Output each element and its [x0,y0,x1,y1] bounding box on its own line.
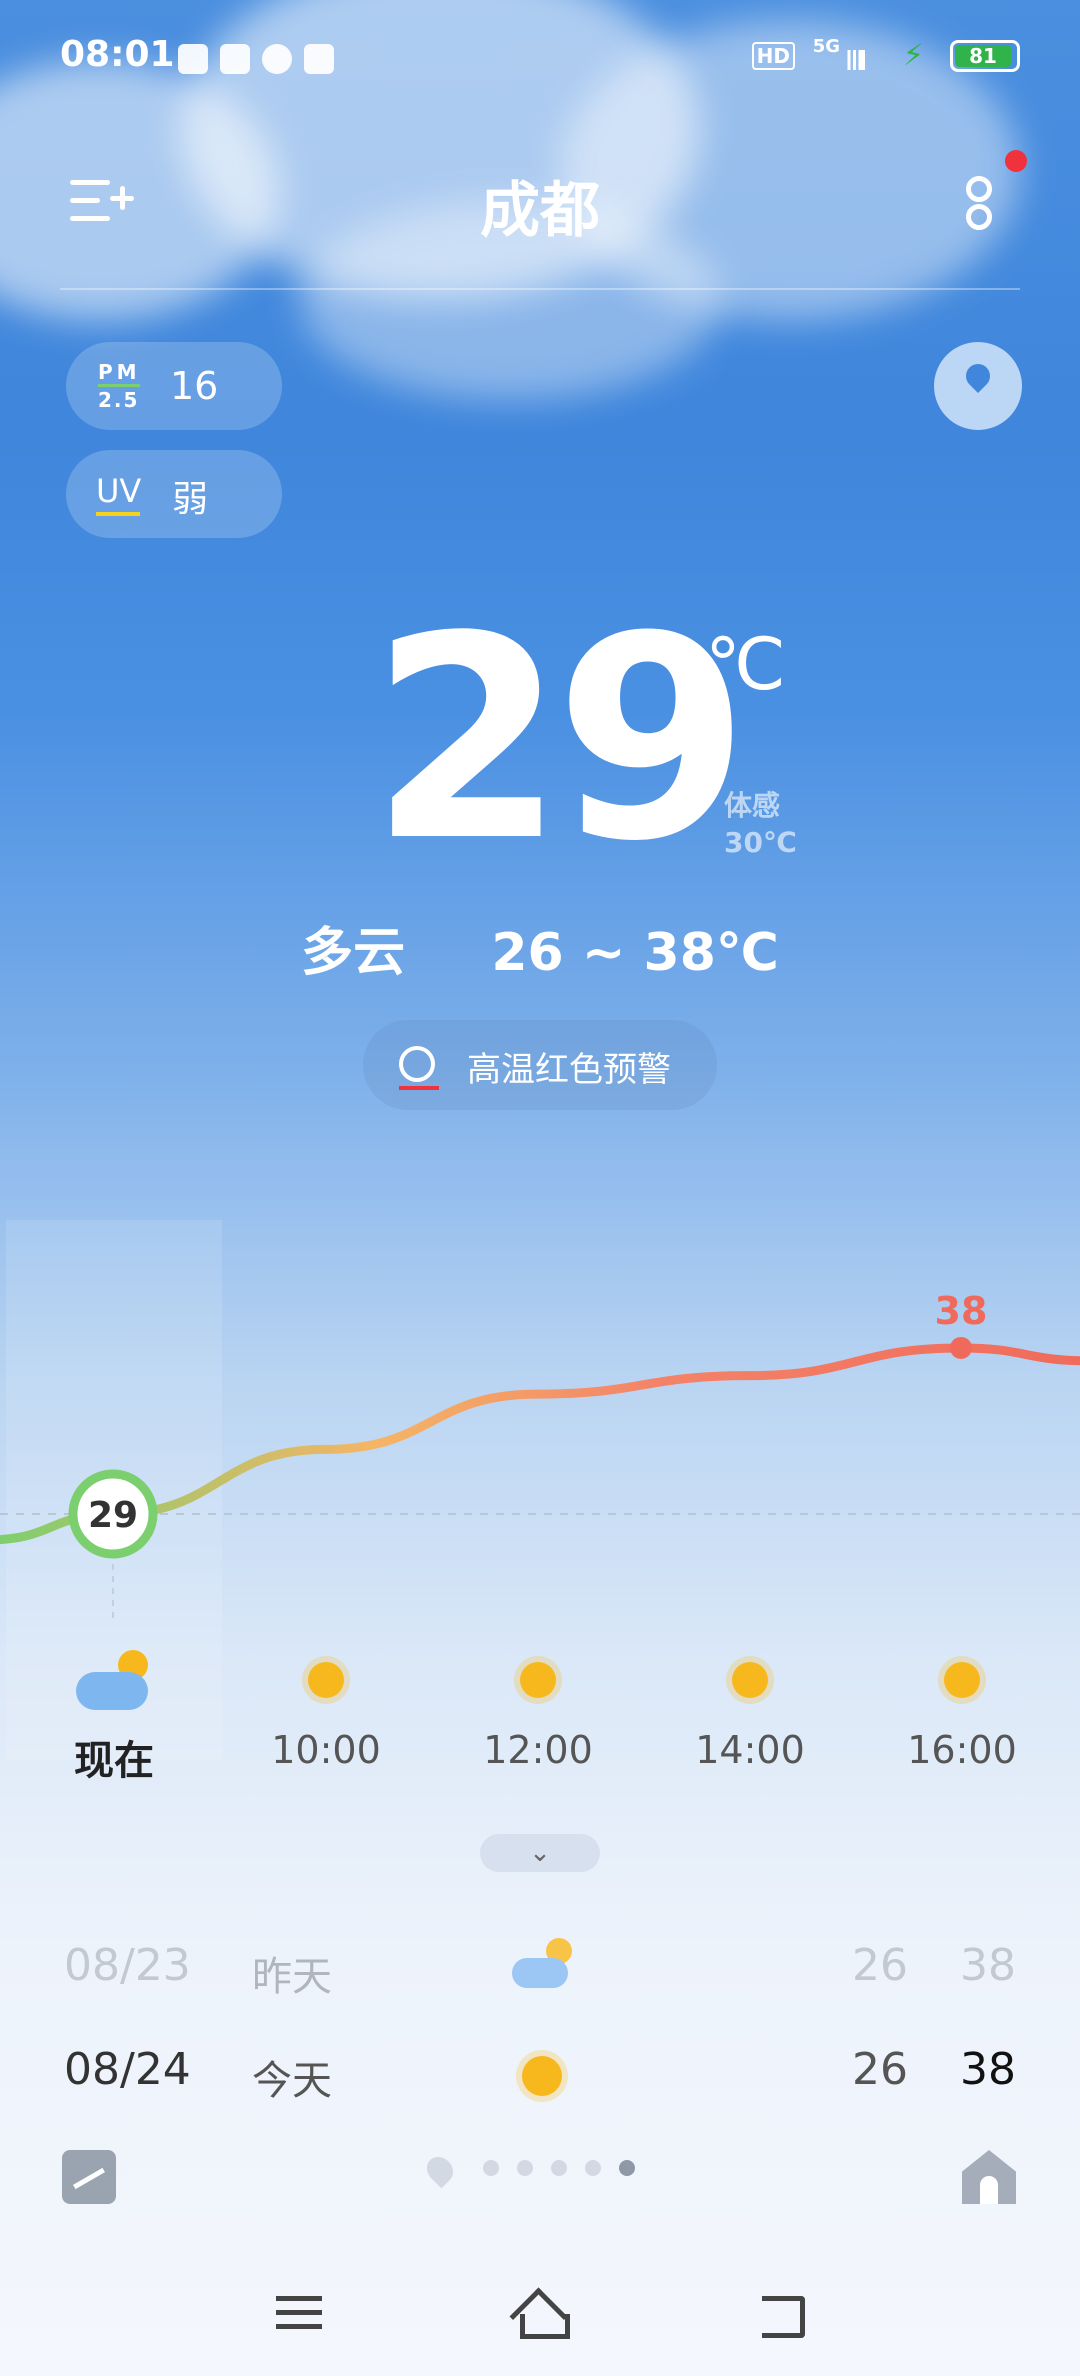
uv-level-bar [96,512,140,516]
more-options-icon[interactable] [962,172,998,232]
daily-date: 08/24 [64,2044,191,2095]
temperature-range: 26 ~ 38℃ [491,923,779,983]
home-icon[interactable] [509,2287,570,2346]
daily-low: 26 [852,2044,908,2095]
partly-cloudy-icon [76,1650,152,1710]
page-dot [517,2160,533,2176]
status-time: 08:01 [60,34,175,75]
message-icon [262,44,292,74]
baidu-app-icon [220,44,250,74]
alert-text: 高温红色预警 [467,1050,671,1090]
news-app-icon [178,44,208,74]
hour-time: 16:00 [907,1728,1017,1772]
sun-icon [520,1662,556,1698]
hour-item[interactable]: 10:00 [256,1640,396,1772]
uv-value: 弱 [172,479,209,520]
signal-icon [843,50,865,70]
alert-thermometer-icon [399,1046,435,1082]
page-dot [483,2160,499,2176]
pm25-value: 16 [170,364,219,408]
trend-chart-icon[interactable] [62,2150,116,2204]
header-divider [60,288,1020,290]
pm-label-top: PM [98,360,141,384]
page-dot [551,2160,567,2176]
condition-line: 多云 26 ~ 38℃ [0,910,1080,985]
daily-row[interactable]: 08/24 今天 26 38 [60,2034,1020,2114]
partly-cloudy-icon [512,1938,572,1988]
current-temperature: 29 [370,577,750,903]
pm-level-bar [98,384,140,387]
daily-low: 26 [852,1940,908,1991]
max-temp-label: 38 [935,1289,988,1333]
sun-icon [944,1662,980,1698]
battery-level: 81 [955,45,1011,67]
map-location-icon[interactable] [934,342,1022,430]
home-page-icon[interactable] [962,2150,1016,2204]
pm25-pill[interactable]: PM 2.5 16 [66,342,282,430]
network-label: 5G [812,36,840,57]
back-icon[interactable] [756,2292,806,2338]
max-temp-marker [950,1336,972,1359]
daily-high: 38 [960,2044,1016,2095]
daily-day: 今天 [252,2058,332,2104]
feels-like-value: 30℃ [724,826,797,859]
sun-icon [522,2056,562,2096]
notification-dot [1005,150,1027,172]
uv-label: UV [96,472,142,510]
menu-icon[interactable] [276,2296,322,2330]
charging-icon: ⚡ [902,38,924,73]
page-dot-active [619,2160,635,2176]
hour-time: 12:00 [483,1728,593,1772]
hourly-temperature-chart: 29 38 [0,1289,1080,1620]
current-temp-label: 29 [88,1495,138,1536]
expand-chevron-down-icon[interactable]: ⌄ [480,1834,600,1872]
city-title[interactable]: 成都 [0,162,1080,249]
hour-item[interactable]: 16:00 [892,1640,1032,1772]
temperature-unit: ℃ [705,622,786,706]
daily-day: 昨天 [252,1954,332,2000]
hd-icon: HD [751,42,795,70]
daily-date: 08/23 [64,1940,191,1991]
map-app-icon [304,44,334,74]
battery-icon: 81 [950,40,1020,72]
feels-like-label: 体感 [724,789,781,822]
hour-item[interactable]: 12:00 [468,1640,608,1772]
hour-item[interactable]: 现在 [44,1640,184,1786]
temperature-curve [0,1343,1080,1545]
hour-item[interactable]: 14:00 [680,1640,820,1772]
status-bar: 08:01 HD 5G ⚡ 81 [60,30,1020,86]
uv-pill[interactable]: UV 弱 [66,450,282,538]
daily-row[interactable]: 08/23 昨天 26 38 [60,1930,1020,2010]
sun-icon [732,1662,768,1698]
pm-label-bottom: 2.5 [98,388,140,412]
sun-icon [308,1662,344,1698]
weather-condition: 多云 [301,923,406,983]
hour-time: 10:00 [271,1728,381,1772]
hour-time: 现在 [74,1738,154,1784]
daily-high: 38 [960,1940,1016,1991]
hour-time: 14:00 [695,1728,805,1772]
alert-level-bar [399,1086,439,1090]
page-dot [585,2160,601,2176]
location-pin-icon [421,2151,459,2189]
high-temp-alert-button[interactable]: 高温红色预警 [363,1020,717,1110]
